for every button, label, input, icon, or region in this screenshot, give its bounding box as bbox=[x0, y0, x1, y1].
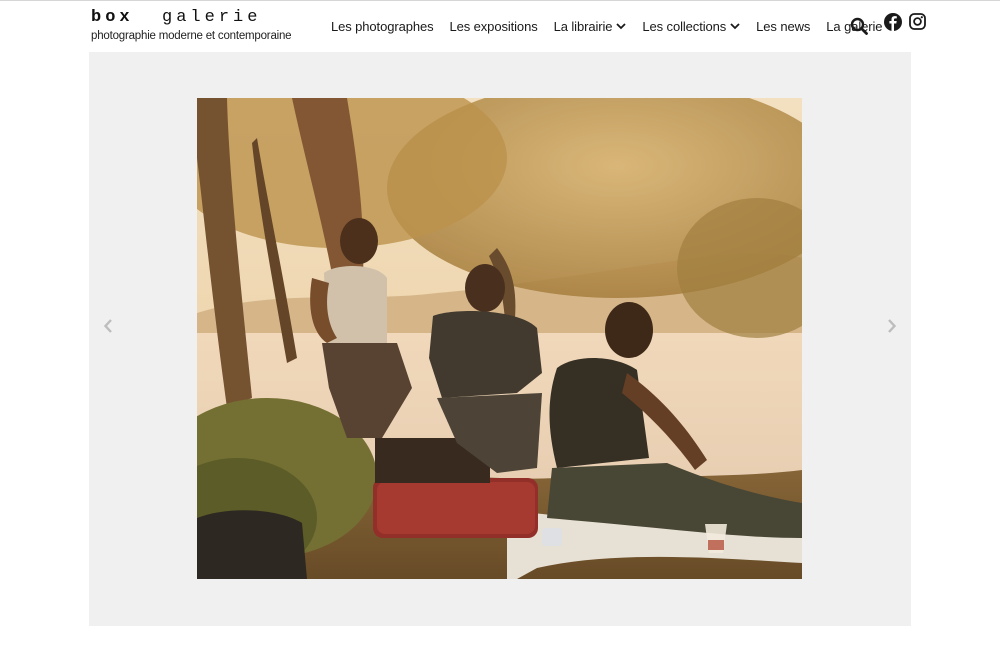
facebook-icon[interactable] bbox=[884, 13, 902, 31]
nav-item-label: La librairie bbox=[553, 18, 613, 34]
chevron-left-icon[interactable] bbox=[102, 318, 116, 334]
instagram-icon[interactable] bbox=[909, 13, 926, 30]
logo-subtitle: photographie moderne et contemporaine bbox=[91, 30, 292, 42]
chevron-down-icon bbox=[730, 21, 740, 31]
logo-title-galerie: galerie bbox=[162, 8, 262, 27]
logo-title-box: box bbox=[91, 8, 134, 27]
chevron-down-icon bbox=[616, 21, 627, 31]
nav-item-label: Les collections bbox=[642, 18, 727, 34]
chevron-right-icon[interactable] bbox=[884, 318, 898, 334]
logo-title: box galerie bbox=[91, 9, 271, 27]
search-icon[interactable] bbox=[850, 17, 868, 35]
nav-item-label: Les photographes bbox=[331, 18, 434, 34]
carousel-photo bbox=[197, 98, 802, 579]
nav-item-collections[interactable]: Les collections bbox=[642, 19, 740, 34]
site-logo[interactable]: box galerie photographie moderne et cont… bbox=[91, 9, 292, 43]
nav-item-librairie[interactable]: La librairie bbox=[554, 19, 627, 34]
nav-item-news[interactable]: Les news bbox=[756, 19, 810, 34]
nav-item-label: Les news bbox=[756, 18, 811, 34]
nav-item-photographes[interactable]: Les photographes bbox=[331, 18, 434, 34]
main-nav: Les photographes Les expositions La libr… bbox=[331, 16, 898, 36]
nav-item-expositions[interactable]: Les expositions bbox=[449, 19, 537, 34]
image-carousel bbox=[89, 52, 911, 626]
nav-item-label: Les expositions bbox=[449, 18, 538, 34]
